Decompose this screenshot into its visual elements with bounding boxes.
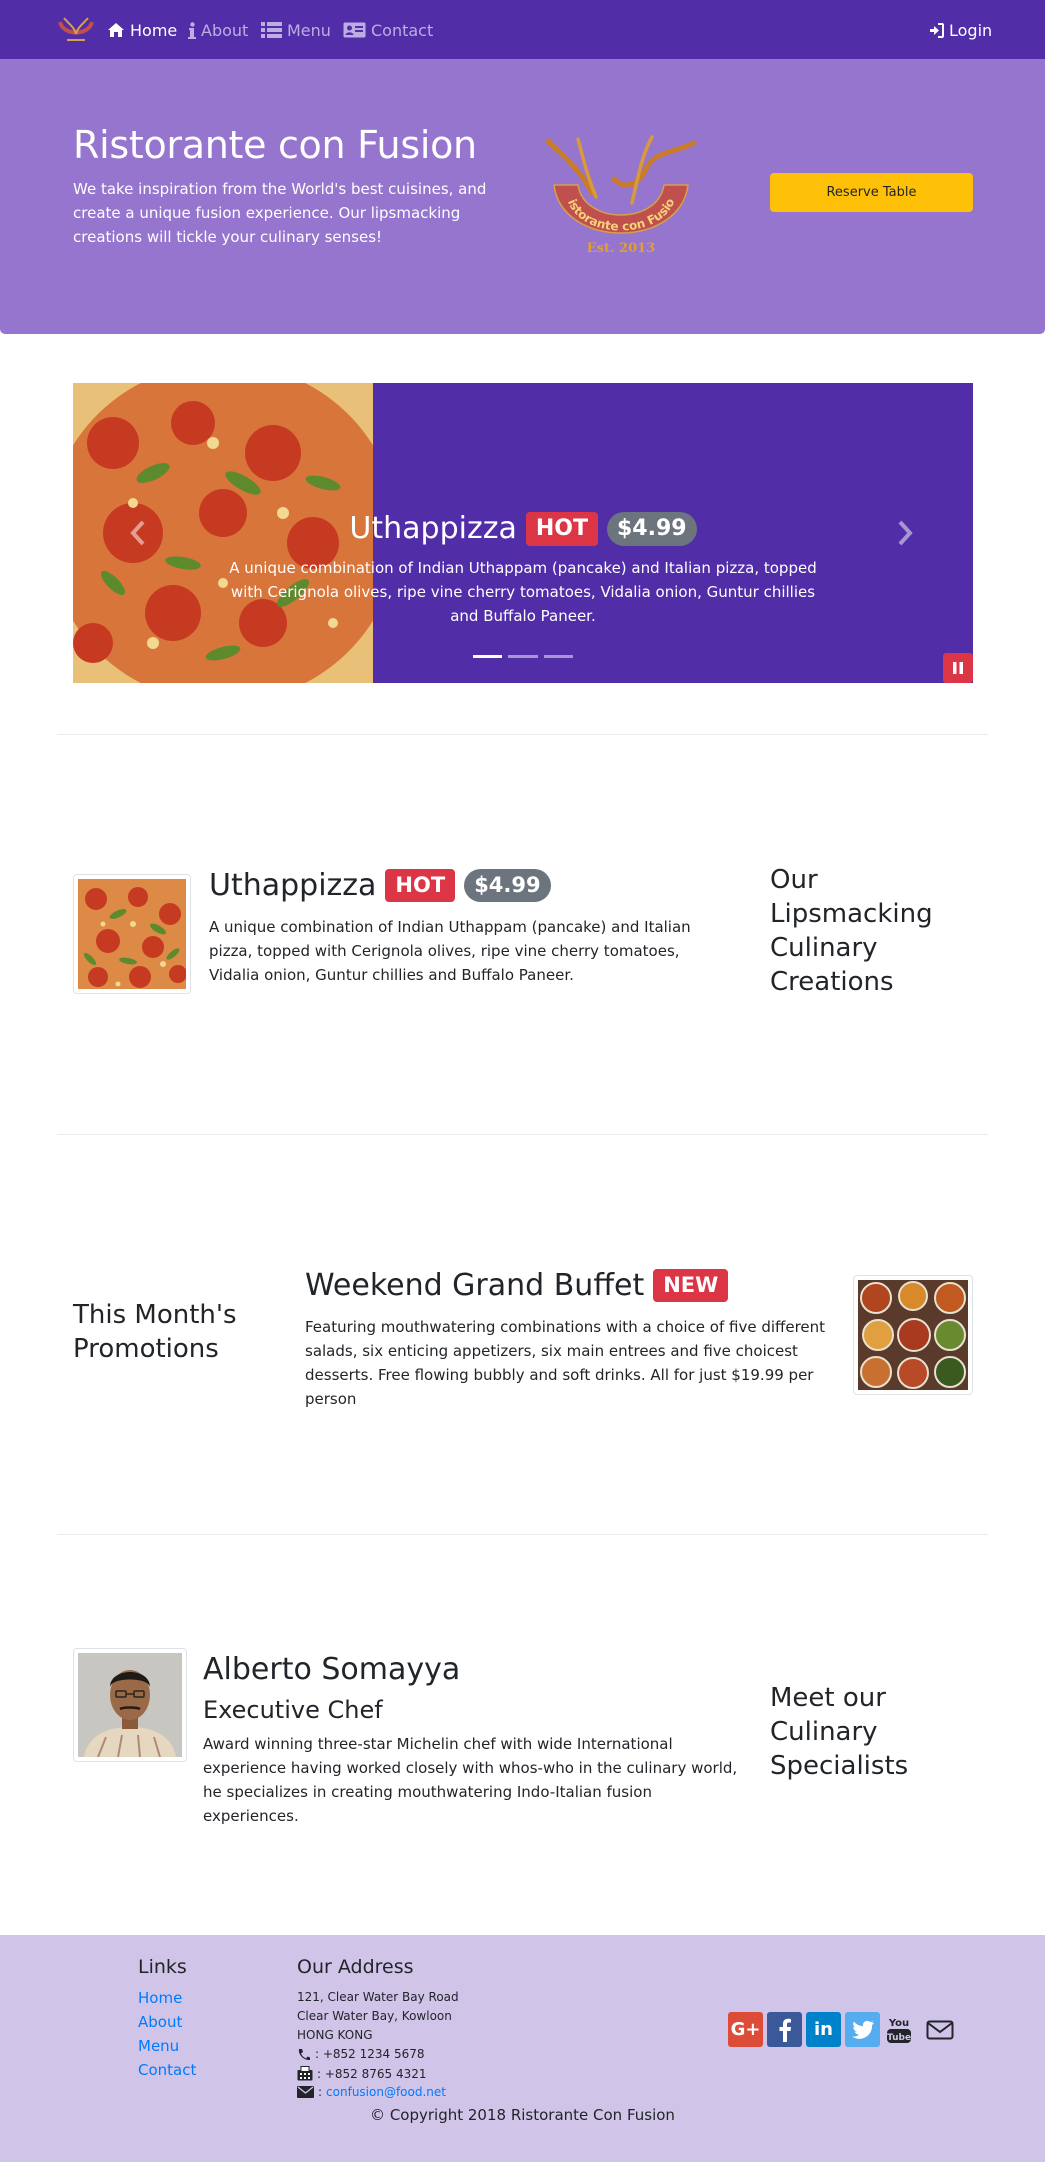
mail-icon[interactable] (922, 2012, 957, 2047)
email-row: : confusion@food.net (297, 2085, 446, 2099)
phone-icon (298, 2048, 310, 2060)
dish-description: A unique combination of Indian Uthappam … (209, 918, 691, 984)
email-link[interactable]: confusion@food.net (326, 2085, 446, 2099)
facebook-icon[interactable] (767, 2012, 802, 2047)
nav-home-label: Home (130, 20, 178, 40)
footer-link-about[interactable]: About (138, 2013, 182, 2031)
leaders-side-heading: Meet our Culinary Specialists (770, 1683, 909, 1781)
pause-icon (953, 662, 963, 674)
svg-text:Tube: Tube (887, 2033, 911, 2043)
footer-links-heading: Links (138, 1956, 187, 1978)
home-icon (108, 23, 124, 37)
dishes-side-heading: Our Lipsmacking Culinary Creations (770, 865, 933, 997)
promotions-side-heading: This Month's Promotions (73, 1300, 237, 1364)
reserve-table-button[interactable]: Reserve Table (770, 173, 973, 212)
leader-name: Alberto Somayya (203, 1652, 461, 1687)
dish-title: Uthappizza HOT $4.99 (209, 868, 551, 903)
address-line-2: Clear Water Bay, Kowloon (297, 2009, 452, 2023)
footer-link-contact[interactable]: Contact (138, 2061, 196, 2079)
youtube-icon[interactable]: You Tube (884, 2012, 914, 2047)
list-icon (261, 22, 282, 38)
login-button[interactable]: Login (929, 19, 992, 41)
nav-contact[interactable]: Contact (343, 19, 433, 41)
promotion-new-badge: NEW (653, 1269, 729, 1302)
dish-name: Uthappizza (209, 868, 377, 903)
uthappizza-thumbnail-image (78, 879, 186, 989)
navbar: Home About Menu Contact Login (0, 0, 1045, 59)
carousel-indicator-3[interactable] (543, 655, 573, 658)
jumbotron-title: Ristorante con Fusion (73, 123, 477, 167)
jumbotron-text: We take inspiration from the World's bes… (73, 180, 487, 246)
nav-contact-label: Contact (371, 20, 434, 40)
promotion-name: Weekend Grand Buffet (305, 1268, 645, 1303)
address-card-icon (343, 22, 366, 38)
nav-menu-label: Menu (287, 20, 331, 40)
fax-number: : +852 8765 4321 (317, 2066, 427, 2081)
address-line-1: 121, Clear Water Bay Road (297, 1990, 459, 2004)
sign-in-icon (930, 22, 944, 38)
dish-thumbnail (73, 874, 191, 994)
jumbotron: Ristorante con Fusion We take inspiratio… (0, 59, 1045, 334)
restaurant-logo-icon[interactable] (57, 14, 95, 44)
linkedin-icon[interactable]: in (806, 2012, 841, 2047)
phone-row: : +852 1234 5678 (297, 2047, 425, 2061)
carousel-price-badge: $4.99 (606, 511, 697, 546)
svg-text:You: You (888, 2018, 909, 2029)
nav-about-label: About (201, 20, 249, 40)
promotion-description: Featuring mouthwatering combinations wit… (305, 1318, 826, 1408)
nav-menu[interactable]: Menu (261, 19, 331, 41)
carousel-hot-badge: HOT (525, 511, 598, 546)
buffet-image (858, 1280, 968, 1390)
divider (57, 1534, 988, 1535)
nav-about[interactable]: About (188, 19, 248, 41)
promotion-thumbnail (853, 1275, 973, 1395)
fax-row: : +852 8765 4321 (297, 2066, 427, 2081)
login-label: Login (949, 20, 993, 40)
carousel-pause-button[interactable] (943, 653, 973, 683)
leader-designation: Executive Chef (203, 1696, 383, 1724)
twitter-icon[interactable] (845, 2012, 880, 2047)
leader-thumbnail (73, 1648, 187, 1762)
alberto-somayya-photo (78, 1653, 182, 1757)
leader-description: Award winning three-star Michelin chef w… (203, 1735, 738, 1825)
footer-link-menu[interactable]: Menu (138, 2037, 179, 2055)
dish-price-badge: $4.99 (464, 869, 551, 902)
google-plus-icon[interactable]: G+ (728, 2012, 763, 2047)
promotion-title: Weekend Grand Buffet NEW (305, 1268, 729, 1303)
carousel-caption-text: A unique combination of Indian Uthappam … (229, 559, 817, 625)
carousel-indicator-2[interactable] (508, 655, 538, 658)
fax-icon (297, 2066, 313, 2081)
carousel-indicator-1[interactable] (473, 655, 503, 658)
carousel-indicators (473, 655, 573, 658)
email-prefix: : (318, 2085, 323, 2099)
restaurant-logo-icon: Ristorante con Fusion Est. 2013 (534, 133, 697, 256)
copyright: © Copyright 2018 Ristorante Con Fusion (370, 2106, 675, 2124)
dish-hot-badge: HOT (385, 869, 456, 902)
info-icon (188, 21, 196, 39)
divider (57, 734, 988, 735)
nav-home[interactable]: Home (107, 19, 177, 41)
carousel: Uthappizza HOT $4.99 A unique combinatio… (73, 383, 973, 683)
carousel-caption-title: Uthappizza HOT $4.99 (73, 511, 973, 546)
divider (57, 1134, 988, 1135)
address-line-3: HONG KONG (297, 2028, 373, 2042)
phone-number: : +852 1234 5678 (315, 2047, 425, 2061)
footer-link-home[interactable]: Home (138, 1989, 182, 2007)
logo-est: Est. 2013 (587, 241, 655, 256)
carousel-dish-name: Uthappizza (349, 511, 517, 546)
footer-address-heading: Our Address (297, 1956, 414, 1978)
envelope-icon (297, 2086, 314, 2098)
